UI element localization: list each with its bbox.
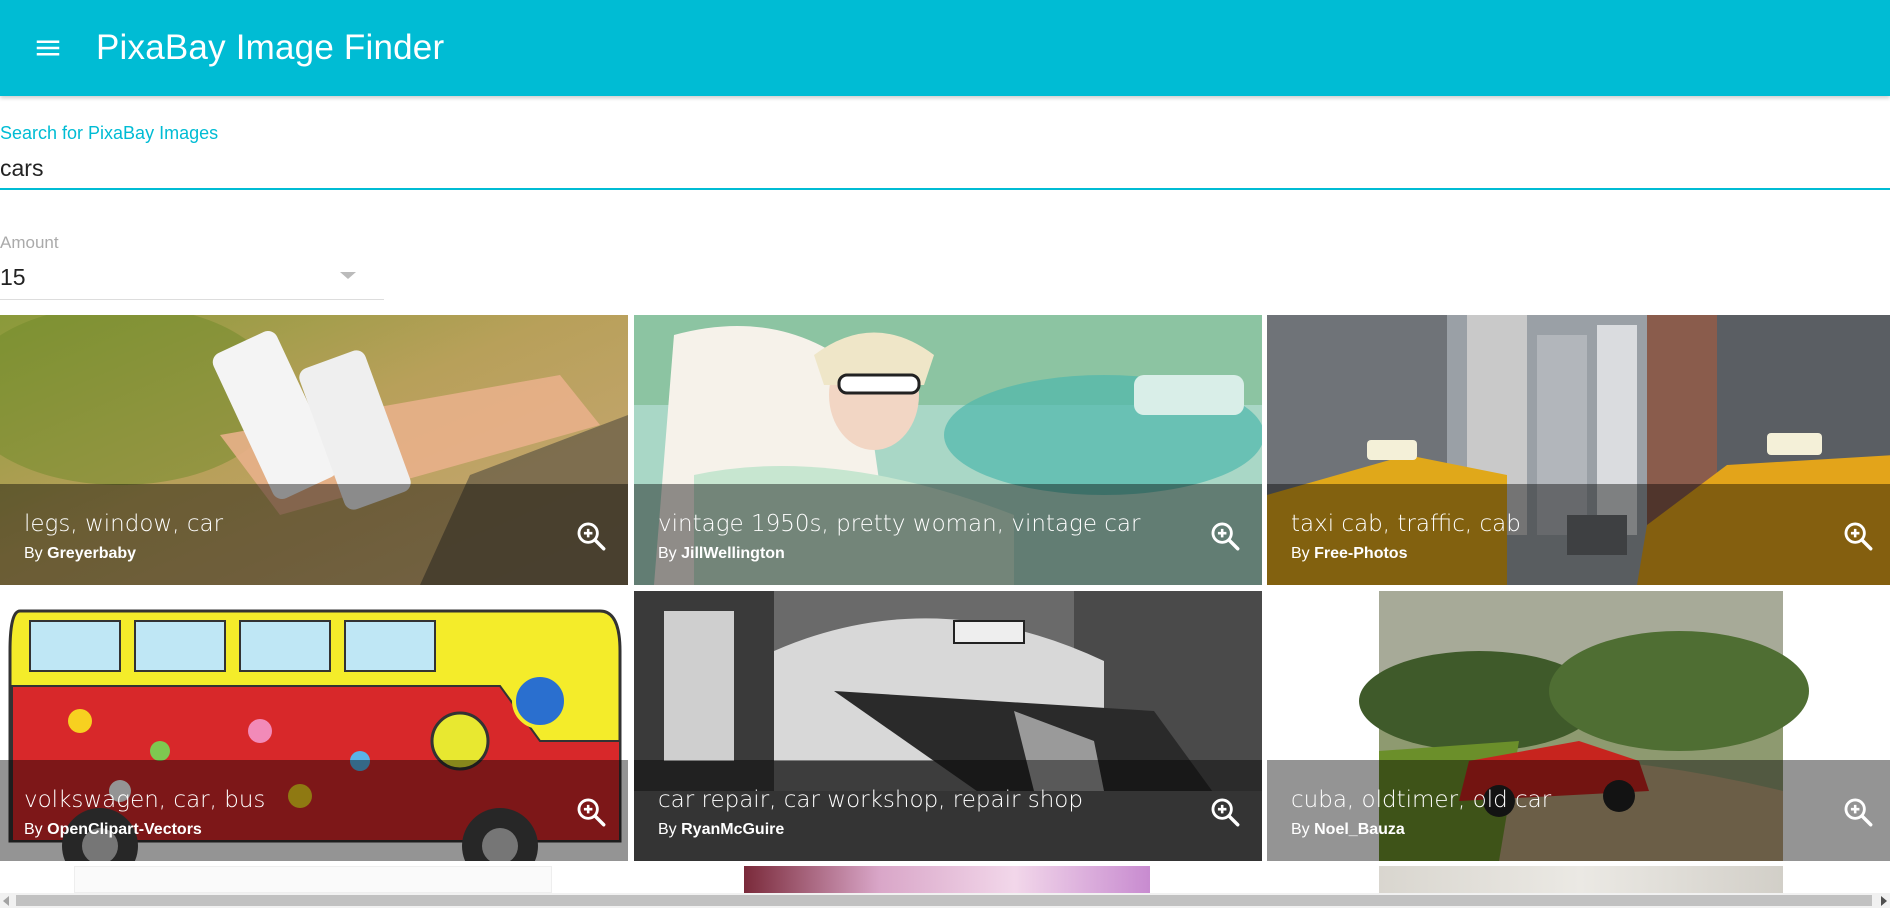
tile-title: legs, window, car (24, 511, 224, 537)
menu-icon (36, 40, 60, 56)
tile-title: volkswagen, car, bus (24, 787, 266, 813)
search-underline (0, 188, 1890, 190)
amount-underline (0, 299, 384, 300)
amount-label: Amount (0, 233, 59, 252)
tile-author: By JillWellington (658, 545, 785, 562)
tile-image (1379, 866, 1783, 893)
tile-title: car repair, car workshop, repair shop (658, 787, 1083, 813)
zoom-in-icon[interactable] (1841, 795, 1875, 829)
dropdown-arrow-icon[interactable] (340, 272, 356, 279)
zoom-in-icon[interactable] (1841, 519, 1875, 553)
tile-author: By Free-Photos (1291, 545, 1408, 562)
search-input[interactable] (0, 148, 1890, 188)
image-tile[interactable]: cuba, oldtimer, old car By Noel_Bauza (1267, 591, 1890, 861)
menu-button[interactable] (0, 0, 96, 96)
image-tile[interactable] (0, 866, 628, 893)
zoom-in-icon[interactable] (574, 519, 608, 553)
zoom-in-icon[interactable] (1208, 795, 1242, 829)
image-tile[interactable]: legs, window, car By Greyerbaby (0, 315, 628, 585)
scroll-left-arrow-icon[interactable] (3, 896, 9, 906)
image-tile[interactable]: vintage 1950s, pretty woman, vintage car… (634, 315, 1262, 585)
image-tile[interactable]: car repair, car workshop, repair shop By… (634, 591, 1262, 861)
app-bar: PixaBay Image Finder (0, 0, 1890, 96)
tile-title: vintage 1950s, pretty woman, vintage car (658, 511, 1141, 537)
tile-author: By RyanMcGuire (658, 821, 785, 838)
amount-value[interactable]: 15 (0, 264, 26, 291)
tile-author: By Greyerbaby (24, 545, 137, 562)
amount-select[interactable]: Amount 15 (0, 228, 384, 300)
app-title: PixaBay Image Finder (96, 28, 445, 67)
image-tile[interactable]: taxi cab, traffic, cab By Free-Photos (1267, 315, 1890, 585)
tile-image (74, 866, 552, 893)
horizontal-scrollbar[interactable] (0, 893, 1890, 908)
tile-image (744, 866, 1150, 893)
search-label: Search for PixaBay Images (0, 123, 219, 143)
zoom-in-icon[interactable] (574, 795, 608, 829)
image-tile[interactable] (634, 866, 1262, 893)
scrollbar-thumb[interactable] (16, 895, 1872, 906)
tile-author: By Noel_Bauza (1291, 821, 1405, 838)
tile-title: cuba, oldtimer, old car (1291, 787, 1552, 813)
search-field[interactable]: Search for PixaBay Images (0, 118, 1890, 192)
zoom-in-icon[interactable] (1208, 519, 1242, 553)
tile-author: By OpenClipart-Vectors (24, 821, 202, 838)
tile-title: taxi cab, traffic, cab (1291, 511, 1521, 537)
scroll-right-arrow-icon[interactable] (1881, 896, 1887, 906)
image-tile[interactable] (1267, 866, 1890, 893)
image-tile[interactable]: volkswagen, car, bus By OpenClipart-Vect… (0, 591, 628, 861)
